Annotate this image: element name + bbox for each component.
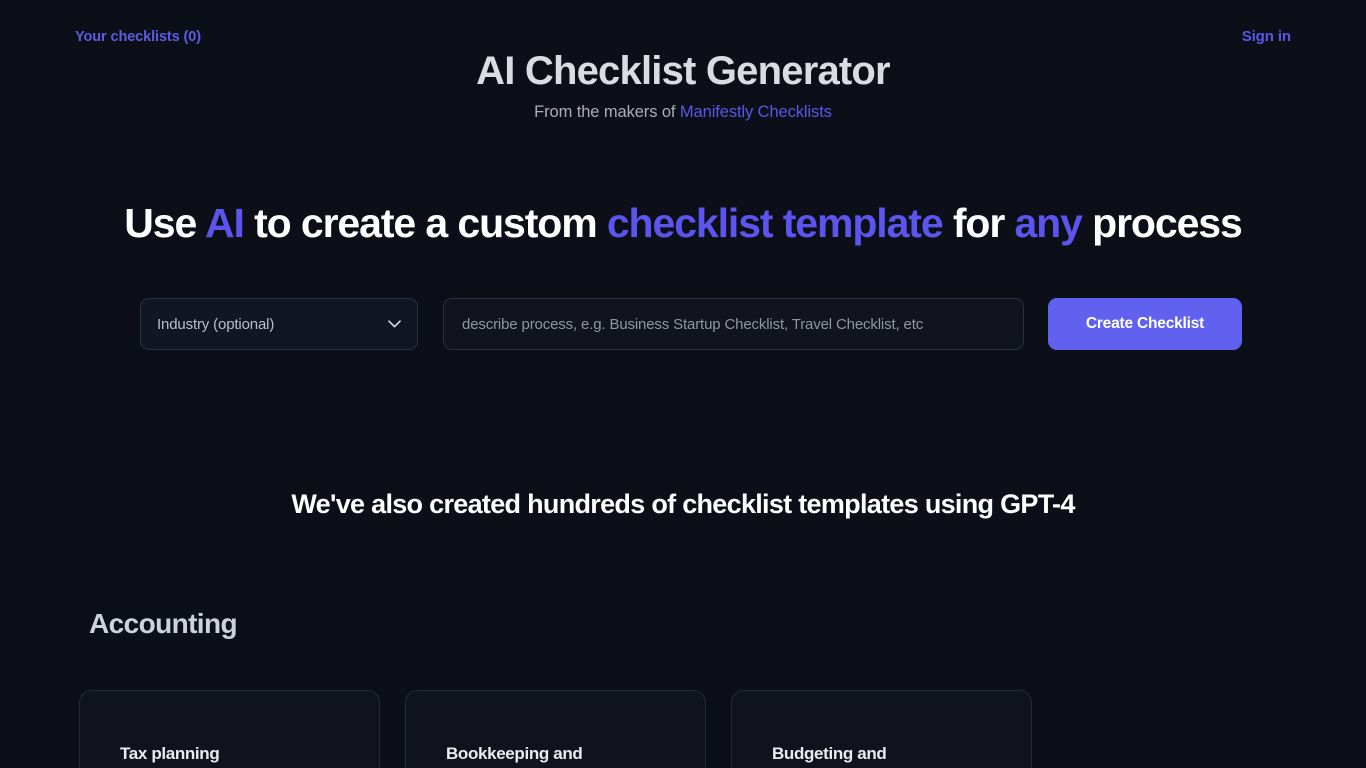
create-checklist-button[interactable]: Create Checklist	[1048, 298, 1242, 350]
hero-text-2: to create a custom	[243, 200, 607, 246]
top-bar-right: Sign in	[1242, 28, 1366, 46]
chevron-down-icon	[388, 320, 401, 328]
hero-accent-any: any	[1014, 200, 1082, 246]
hero-accent-ai: AI	[204, 200, 245, 246]
template-card[interactable]: Budgeting and	[731, 690, 1032, 768]
templates-heading: We've also created hundreds of checklist…	[291, 489, 1075, 519]
manifestly-checklists-link[interactable]: Manifestly Checklists	[680, 103, 832, 121]
brand-header: AI Checklist Generator From the makers o…	[0, 48, 1366, 122]
hero-heading: Use AI to create a custom checklist temp…	[0, 199, 1366, 248]
industry-select[interactable]: Industry (optional)	[140, 298, 418, 350]
template-card[interactable]: Tax planning	[79, 690, 380, 768]
category-heading-accounting: Accounting	[89, 608, 238, 639]
page-title: AI Checklist Generator	[476, 49, 890, 93]
hero-section: Use AI to create a custom checklist temp…	[0, 199, 1366, 248]
checklist-form: Industry (optional) Create Checklist	[140, 298, 1242, 350]
your-checklists-link[interactable]: Your checklists (0)	[75, 29, 201, 45]
top-bar-left: Your checklists (0)	[0, 28, 201, 46]
hero-text-3: for	[942, 200, 1015, 246]
template-card-title: Tax planning	[120, 744, 220, 763]
describe-process-input[interactable]	[443, 298, 1024, 350]
template-card-grid: Tax planning Bookkeeping and Budgeting a…	[79, 690, 1319, 768]
sign-in-link[interactable]: Sign in	[1242, 28, 1291, 45]
template-card-title: Bookkeeping and	[446, 744, 583, 763]
template-card[interactable]: Bookkeeping and	[405, 690, 706, 768]
industry-select-value: Industry (optional)	[157, 315, 275, 333]
hero-text-4: process	[1081, 200, 1243, 246]
hero-text-1: Use	[124, 200, 205, 246]
template-card-title: Budgeting and	[772, 744, 887, 763]
brand-subtitle: From the makers of Manifestly Checklists	[0, 103, 1366, 122]
brand-subtitle-prefix: From the makers of	[534, 103, 680, 121]
hero-accent-checklist-template: checklist template	[606, 200, 944, 246]
